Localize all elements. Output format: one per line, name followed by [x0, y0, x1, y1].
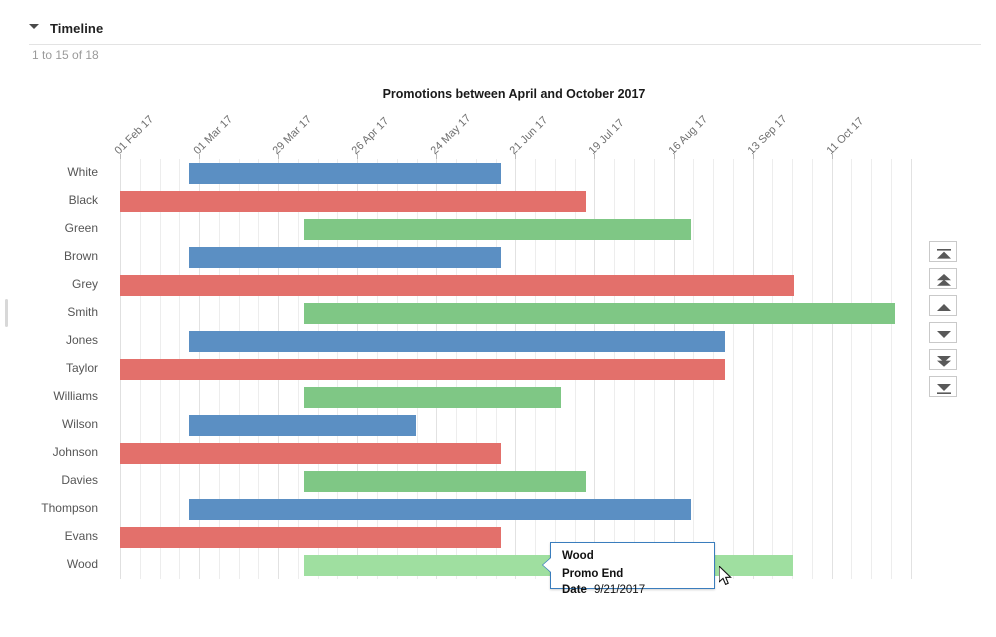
- timeline-bar[interactable]: [189, 162, 501, 184]
- y-axis-tick-label: Smith: [67, 305, 98, 319]
- scroll-button-group: [929, 241, 957, 403]
- chart-tooltip: Wood Promo End Date 9/21/2017: [542, 542, 715, 596]
- timeline-bar[interactable]: [304, 302, 895, 324]
- y-axis-tick-label: Johnson: [52, 445, 98, 459]
- y-axis-tick-label: White: [67, 165, 98, 179]
- y-axis-labels: White Black Green Brown Grey Smith Jones Taylor…: [0, 159, 110, 579]
- y-axis-tick-label: Thompson: [41, 501, 98, 515]
- y-axis-tick-label: Williams: [53, 389, 98, 403]
- x-axis-tick-label: 13 Sep 17: [745, 113, 790, 157]
- tooltip-field-value: 9/21/2017: [593, 584, 646, 596]
- y-axis-tick-label: Green: [64, 221, 98, 235]
- timeline-bar[interactable]: [189, 498, 691, 520]
- x-axis-tick-label: 01 Mar 17: [191, 113, 236, 157]
- y-axis-tick-label: Brown: [63, 249, 98, 263]
- chart-title: Promotions between April and October 201…: [382, 87, 646, 101]
- timeline-chart: Promotions between April and October 201…: [0, 0, 996, 637]
- y-axis-tick-label: Jones: [65, 333, 98, 347]
- timeline-bar[interactable]: [120, 274, 794, 296]
- scroll-down-button[interactable]: [929, 322, 957, 343]
- tooltip-title: Wood: [562, 550, 594, 562]
- timeline-bar[interactable]: [304, 218, 691, 240]
- x-axis-tick-label: 24 May 17: [428, 112, 474, 157]
- y-axis-tick-label: Taylor: [65, 361, 98, 375]
- timeline-bar[interactable]: [189, 246, 501, 268]
- scroll-page-up-button[interactable]: [929, 268, 957, 289]
- x-axis-tick-label: 19 Jul 17: [586, 116, 628, 157]
- timeline-bar[interactable]: [189, 330, 725, 352]
- timeline-panel: Timeline 1 to 15 of 18 Promotions betwee…: [0, 0, 996, 637]
- mouse-cursor-icon: [718, 564, 732, 590]
- timeline-bar[interactable]: [120, 442, 501, 464]
- x-axis-tick-label: 01 Feb 17: [112, 113, 157, 157]
- x-axis-tick-label: 29 Mar 17: [270, 113, 315, 157]
- y-axis-tick-label: Grey: [71, 277, 98, 291]
- x-axis-tick-label: 11 Oct 17: [824, 115, 866, 157]
- timeline-bar[interactable]: [189, 414, 416, 436]
- scroll-first-button[interactable]: [929, 241, 957, 262]
- timeline-bar[interactable]: [120, 190, 586, 212]
- timeline-bar[interactable]: [120, 358, 725, 380]
- x-axis-tick-label: 26 Apr 17: [349, 115, 392, 157]
- y-axis-tick-label: Davies: [61, 473, 98, 487]
- x-axis-tick-label: 21 Jun 17: [507, 114, 551, 157]
- y-axis-tick-label: Wilson: [61, 417, 98, 431]
- y-axis-tick-label: Black: [68, 193, 98, 207]
- x-axis-tick-label: 16 Aug 17: [666, 113, 710, 157]
- y-axis-tick-label: Wood: [66, 557, 98, 571]
- scroll-up-button[interactable]: [929, 295, 957, 316]
- timeline-bar[interactable]: [304, 386, 561, 408]
- timeline-bar[interactable]: [120, 526, 501, 548]
- scroll-page-down-button[interactable]: [929, 349, 957, 370]
- timeline-bar[interactable]: [304, 470, 586, 492]
- scroll-last-button[interactable]: [929, 376, 957, 397]
- chart-plot-area: [120, 159, 913, 579]
- tooltip-field: Promo End Date 9/21/2017: [562, 566, 705, 598]
- tooltip-arrow-inner-icon: [543, 558, 551, 572]
- y-axis-tick-label: Evans: [64, 529, 98, 543]
